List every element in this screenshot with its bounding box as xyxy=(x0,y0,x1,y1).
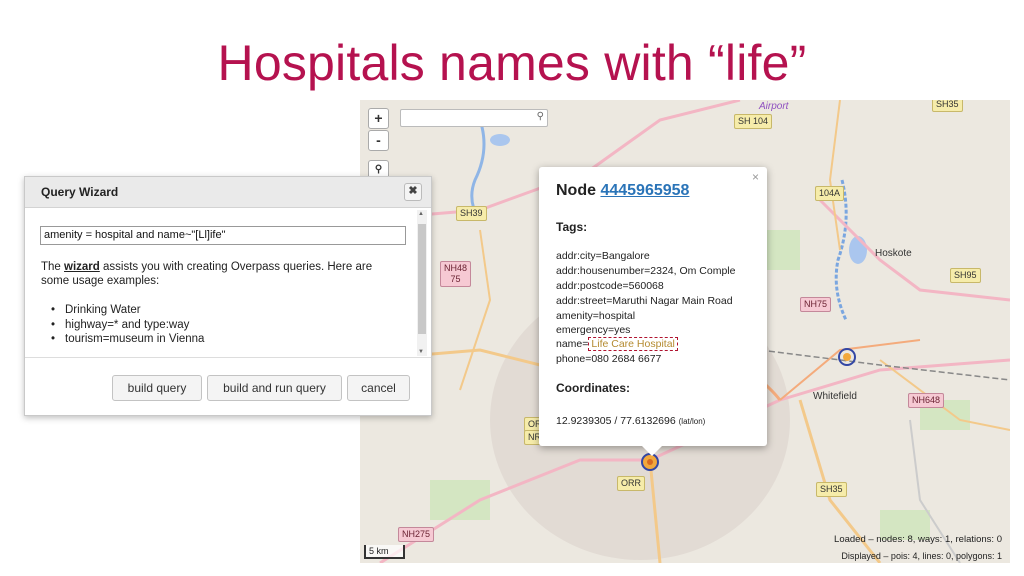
build-and-run-query-button[interactable]: build and run query xyxy=(207,375,342,401)
slide-title: Hospitals names with “life” xyxy=(217,35,807,91)
wizard-link[interactable]: wizard xyxy=(64,261,100,273)
map-label-nh48-b: 75 xyxy=(450,274,461,284)
map-label-nh75: NH75 xyxy=(800,297,832,312)
dialog-title: Query Wizard xyxy=(41,185,119,199)
map-label-orr: ORR xyxy=(617,476,645,491)
example-item[interactable]: Drinking Water xyxy=(65,303,204,318)
node-id-link[interactable]: 4445965958 xyxy=(600,182,689,199)
map-search-input[interactable]: ⚲ xyxy=(400,109,548,127)
coordinates-heading: Coordinates: xyxy=(556,381,631,395)
query-wizard-dialog: Query Wizard ✖ amenity = hospital and na… xyxy=(24,176,432,416)
tag-line: addr:street=Maruthi Nagar Main Road xyxy=(556,295,733,307)
map-label-nh648: NH648 xyxy=(908,393,945,408)
tag-line: addr:city=Bangalore xyxy=(556,250,650,262)
coordinates-value: 12.9239305 / 77.6132696 xyxy=(556,415,676,427)
coordinates-unit: (lat/lon) xyxy=(678,417,706,426)
map-label-sh39: SH39 xyxy=(456,206,487,221)
map-label-sh35-top: SH35 xyxy=(932,100,963,112)
tag-line: addr:postcode=560068 xyxy=(556,280,664,292)
magnifier-icon: ⚲ xyxy=(536,111,544,122)
build-query-button[interactable]: build query xyxy=(112,375,202,401)
zoom-out-button[interactable]: - xyxy=(368,130,389,151)
example-item[interactable]: highway=* and type:way xyxy=(65,318,204,333)
map-label-airport: Airport xyxy=(759,101,789,112)
tag-line-phone: phone=080 2684 6677 xyxy=(556,353,662,365)
popup-tip xyxy=(642,446,662,456)
dialog-body: amenity = hospital and name~"[Ll]ife" Th… xyxy=(25,208,417,356)
coordinates: 12.9239305 / 77.6132696 (lat/lon) xyxy=(556,415,705,427)
scroll-down-icon[interactable]: ▼ xyxy=(418,349,424,355)
tags-heading: Tags: xyxy=(556,220,588,234)
tag-line: amenity=hospital xyxy=(556,310,636,322)
dialog-footer: build query build and run query cancel xyxy=(25,357,431,416)
example-item[interactable]: tourism=museum in Vienna xyxy=(65,332,204,347)
tag-line: emergency=yes xyxy=(556,324,631,336)
map-label-whitefield: Whitefield xyxy=(813,391,857,402)
popup-title: Node 4445965958 xyxy=(556,182,689,200)
status-displayed: Displayed – pois: 4, lines: 0, polygons:… xyxy=(841,551,1002,561)
map-label-nh275: NH275 xyxy=(398,527,435,542)
map-label-hoskote: Hoskote xyxy=(875,248,912,259)
map-label-sh35: SH35 xyxy=(816,482,847,497)
dialog-scrollbar[interactable]: ▲ ▼ xyxy=(417,210,427,356)
popup-close-button[interactable]: × xyxy=(752,170,759,184)
scroll-thumb[interactable] xyxy=(418,224,426,334)
zoom-in-button[interactable]: + xyxy=(368,108,389,129)
map-label-nh48-a: NH48 xyxy=(444,263,468,273)
help-prefix: The xyxy=(41,261,65,273)
tag-line-name: name= Life Care Hospital xyxy=(556,337,678,351)
dialog-close-button[interactable]: ✖ xyxy=(404,183,422,201)
magnifier-icon: ⚲ xyxy=(374,164,383,175)
scroll-up-icon[interactable]: ▲ xyxy=(418,211,424,217)
tag-line: addr:housenumber=2324, Om Comple xyxy=(556,265,736,277)
tag-name-value: Life Care Hospital xyxy=(588,337,678,351)
cancel-button[interactable]: cancel xyxy=(347,375,410,401)
status-loaded: Loaded – nodes: 8, ways: 1, relations: 0 xyxy=(834,534,1002,545)
map-label-sh104: SH 104 xyxy=(734,114,773,129)
scale-bar: 5 km xyxy=(364,545,405,559)
map-label-sh95: SH95 xyxy=(950,268,981,283)
map-label-nh48: NH48 75 xyxy=(440,261,472,287)
examples-list: Drinking Water highway=* and type:way to… xyxy=(65,303,204,347)
tag-name-key: name= xyxy=(556,338,589,350)
popup-title-prefix: Node xyxy=(556,182,601,199)
help-text: The wizard assists you with creating Ove… xyxy=(41,260,401,288)
node-popup: × Node 4445965958 Tags: addr:city=Bangal… xyxy=(539,167,767,456)
map-label-104a: 104A xyxy=(815,186,845,201)
query-input[interactable]: amenity = hospital and name~"[Ll]ife" xyxy=(40,226,406,245)
dialog-header[interactable]: Query Wizard ✖ xyxy=(25,177,431,208)
